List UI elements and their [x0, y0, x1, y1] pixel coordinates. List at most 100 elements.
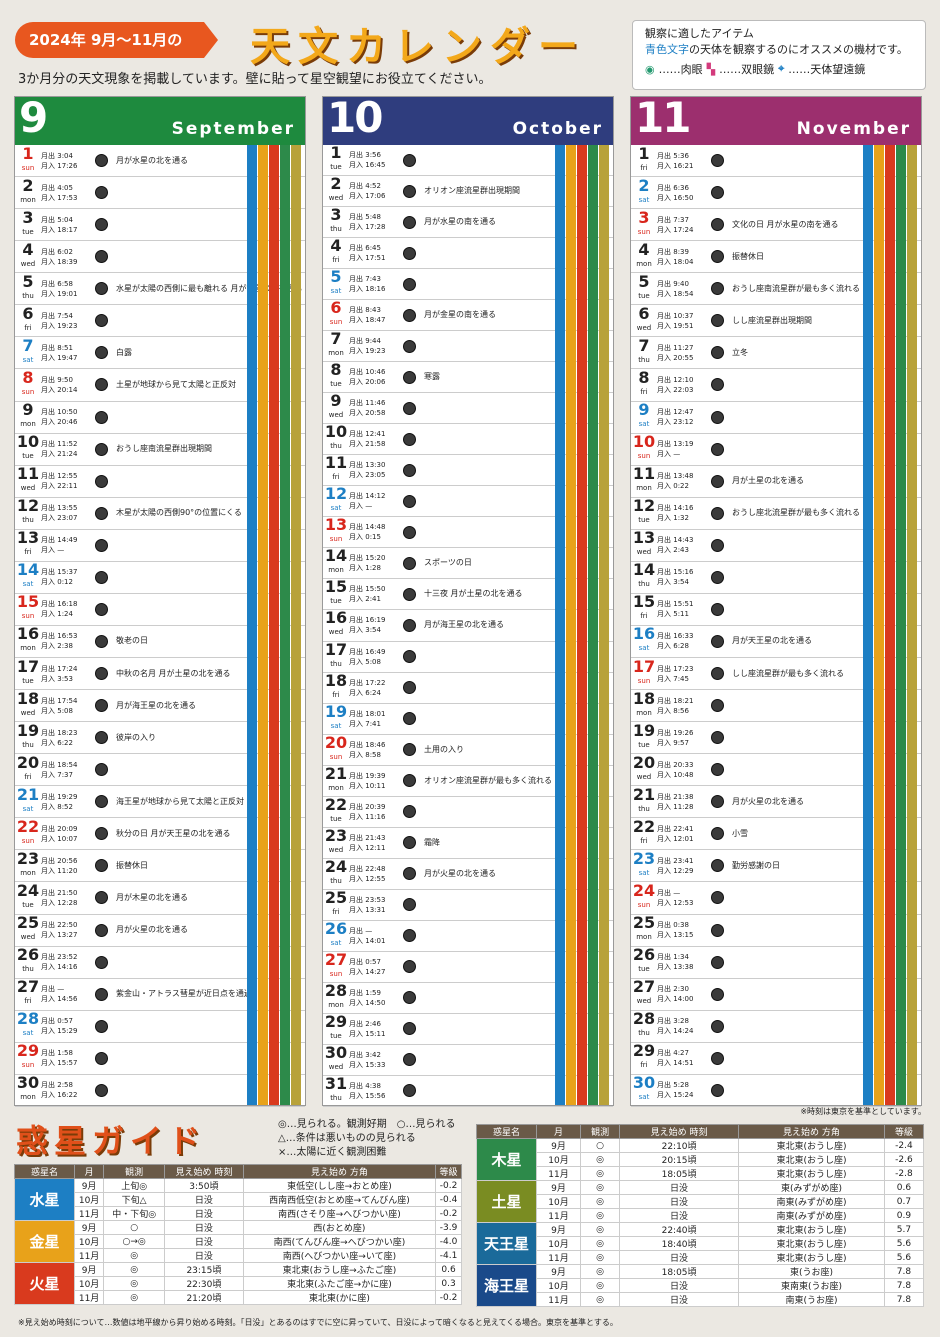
table-cell: 11月: [73, 1290, 105, 1305]
day-number: 27 wed: [631, 979, 657, 1008]
moon-times: 月出 10:50 月入 20:46: [41, 408, 78, 427]
day-date: 17: [324, 641, 348, 659]
table-cell: 10月: [73, 1234, 105, 1249]
moonset: 13:15: [673, 931, 694, 940]
moonrise: 15:20: [365, 554, 386, 563]
day-weekday: sun: [329, 318, 343, 327]
day-row: 21 sat 月出 19:29 月入 8:52 海王星が地球から見て太陽と正反対: [15, 786, 305, 819]
day-number: 17 thu: [323, 641, 349, 671]
table-cell: 9月: [535, 1180, 582, 1195]
day-number: 15 sun: [15, 594, 41, 623]
moonrise: 10:50: [57, 408, 78, 417]
table-cell: ○: [103, 1220, 166, 1235]
moon-times: 月出 1:34 月入 13:38: [657, 953, 694, 972]
moon-phase-icon: [711, 923, 724, 937]
moonset: 23:05: [365, 471, 386, 480]
month-header: 9 September: [15, 93, 305, 145]
table-header: 月: [73, 1164, 105, 1179]
moonrise: 16:18: [57, 600, 78, 609]
moon-phase-icon: [711, 282, 724, 296]
day-row: 19 sat 月出 18:01 月入 7:41: [323, 704, 613, 735]
table-cell: -0.2: [435, 1206, 462, 1221]
moon-times: 月出 10:37 月入 19:51: [657, 311, 694, 330]
moonrise: 7:43: [365, 275, 381, 284]
table-cell: ◎: [580, 1180, 621, 1195]
day-row: 25 mon 月出 0:38 月入 13:15: [631, 915, 921, 947]
day-row: 22 tue 月出 20:39 月入 11:16: [323, 797, 613, 828]
day-weekday: mon: [20, 644, 36, 653]
day-row: 25 fri 月出 23:53 月入 13:31: [323, 890, 613, 921]
moonset: 17:24: [673, 225, 694, 234]
moon-times: 月出 6:36 月入 16:50: [657, 183, 694, 202]
table-header: 等級: [435, 1164, 462, 1179]
month-name: November: [796, 119, 911, 139]
moonset: 6:28: [673, 642, 689, 651]
moon-phase-icon: [95, 314, 108, 328]
day-date: 18: [16, 690, 40, 708]
month-number: 10: [327, 93, 383, 142]
moon-times: 月出 16:18 月入 1:24: [41, 600, 78, 619]
day-weekday: mon: [328, 783, 344, 792]
table-cell: 日没: [619, 1194, 739, 1209]
month-number: 11: [635, 93, 691, 142]
moon-phase-icon: [403, 618, 416, 632]
table-cell: ◎: [580, 1222, 621, 1237]
event-text: 月が火星の北を通る: [116, 925, 188, 935]
moonrise: 1:34: [673, 953, 689, 962]
day-row: 11 mon 月出 13:48 月入 0:22 月が土星の北を通る: [631, 466, 921, 498]
table-header: 等級: [883, 1124, 925, 1139]
event-text: おうし座南流星群出現期間: [116, 444, 212, 454]
moonset: 14:51: [673, 1059, 694, 1068]
day-weekday: thu: [638, 804, 650, 813]
day-weekday: thu: [22, 291, 34, 300]
day-number: 9 wed: [323, 393, 349, 422]
table-cell: 11月: [535, 1250, 582, 1265]
table-cell: 日没: [164, 1220, 244, 1235]
moonrise: 23:53: [365, 895, 386, 904]
day-weekday: fri: [24, 323, 32, 332]
moon-phase-icon: [711, 186, 724, 200]
day-weekday: sat: [330, 938, 342, 947]
day-weekday: sat: [330, 721, 342, 730]
moonset: 18:39: [57, 257, 78, 266]
moon-phase-icon: [95, 570, 108, 584]
moonrise: 14:43: [673, 536, 694, 545]
day-weekday: wed: [20, 708, 36, 717]
guide-key-line: ◎…見られる。観測好期 ○…見られる: [278, 1119, 456, 1130]
table-cell: ○→◎: [103, 1234, 166, 1249]
moon-times: 月出 15:37 月入 0:12: [41, 568, 78, 587]
day-number: 15 tue: [323, 579, 349, 608]
moonset: 23:07: [57, 514, 78, 523]
moonrise: 14:48: [365, 523, 386, 532]
day-row: 21 thu 月出 21:38 月入 11:28 月が火星の北を通る: [631, 786, 921, 819]
moonrise: 10:46: [365, 368, 386, 377]
day-row: 4 fri 月出 6:45 月入 17:51: [323, 238, 613, 270]
day-weekday: wed: [328, 411, 344, 420]
table-cell: 南東(うお座): [738, 1292, 885, 1307]
moon-phase-icon: [711, 218, 724, 232]
table-cell: 下旬△: [103, 1192, 166, 1207]
day-row: 13 sun 月出 14:48 月入 0:15: [323, 517, 613, 549]
moonrise: 7:37: [673, 215, 689, 224]
moonrise: 3:42: [365, 1050, 381, 1059]
moon-times: 月出 6:45 月入 17:51: [349, 244, 386, 263]
moonrise: 18:46: [365, 740, 386, 749]
event-text: しし座流星群が最も多く流れる: [732, 668, 844, 678]
day-number: 30 wed: [323, 1045, 349, 1074]
day-row: 22 fri 月出 22:41 月入 12:01 小雪: [631, 818, 921, 851]
day-row: 3 thu 月出 5:48 月入 17:28 月が水星の南を通る: [323, 207, 613, 239]
day-row: 17 tue 月出 17:24 月入 3:53 中秋の名月 月が土星の北を通る: [15, 658, 305, 691]
event-text: 月が木星の北を通る: [116, 892, 188, 902]
day-weekday: sat: [22, 580, 34, 589]
moonrise: 18:54: [57, 760, 78, 769]
moonset: 12:29: [673, 866, 694, 875]
table-cell: 10月: [535, 1278, 582, 1293]
page-title: 天文カレンダー: [250, 24, 586, 70]
day-weekday: tue: [22, 676, 34, 685]
event-text: 振替休日: [732, 251, 764, 261]
moon-phase-icon: [403, 308, 416, 322]
moon-times: 月出 14:48 月入 0:15: [349, 523, 386, 542]
moonrise: 0:57: [365, 957, 381, 966]
day-weekday: mon: [636, 484, 652, 493]
legend-title: 観察に適したアイテム: [645, 27, 754, 40]
